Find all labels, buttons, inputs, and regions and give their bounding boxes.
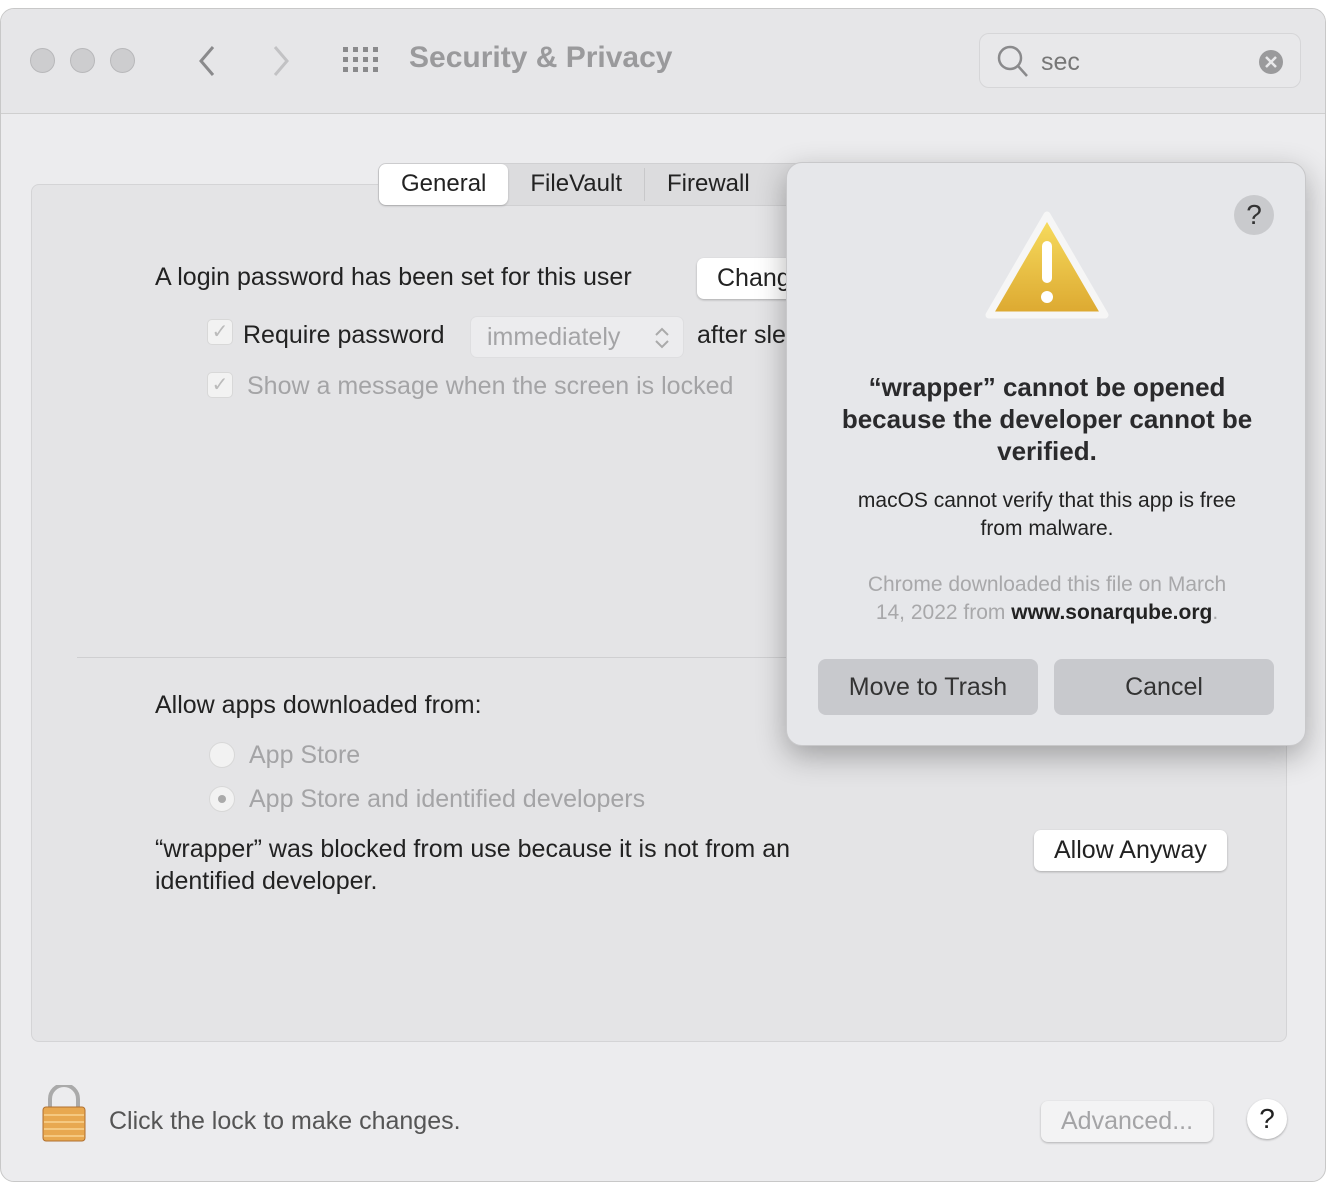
dialog-title: “wrapper” cannot be opened because the d… [787, 371, 1307, 467]
minimize-button[interactable] [70, 48, 95, 73]
dialog-help-button[interactable]: ? [1234, 195, 1274, 235]
dialog-message-line: from malware. [980, 517, 1114, 540]
source-suffix: . [1212, 601, 1219, 624]
lock-text: Click the lock to make changes. [109, 1107, 461, 1135]
clear-search-icon[interactable] [1258, 49, 1284, 75]
show-message-checkbox[interactable]: ✓ [207, 372, 233, 398]
back-icon[interactable] [193, 43, 221, 79]
require-password-checkbox[interactable]: ✓ [207, 319, 233, 345]
search-icon [997, 45, 1028, 77]
radio-app-store-label: App Store [249, 741, 361, 769]
radio-identified-developers[interactable] [209, 786, 235, 812]
allow-anyway-button[interactable]: Allow Anyway [1034, 830, 1227, 871]
source-prefix: 14, 2022 from [875, 601, 1012, 624]
radio-app-store[interactable] [209, 742, 235, 768]
close-button[interactable] [30, 48, 55, 73]
blocked-text-line2: identified developer. [155, 867, 378, 895]
dialog-title-line: verified. [997, 436, 1097, 466]
lock-icon[interactable] [41, 1085, 87, 1143]
dialog-message-line: macOS cannot verify that this app is fre… [857, 489, 1237, 512]
search-input[interactable]: sec [1041, 48, 1080, 77]
source-line: Chrome downloaded this file on March [867, 573, 1227, 596]
dialog-message: macOS cannot verify that this app is fre… [787, 487, 1307, 543]
tab-general[interactable]: General [379, 164, 509, 205]
toolbar: Security & Privacy sec [1, 9, 1325, 114]
advanced-button[interactable]: Advanced... [1041, 1101, 1214, 1142]
show-message-label: Show a message when the screen is locked [247, 372, 734, 400]
blocked-text-line1: “wrapper” was blocked from use because i… [155, 835, 790, 863]
tab-filevault[interactable]: FileVault [508, 168, 645, 201]
require-password-select[interactable]: immediately [470, 316, 684, 358]
alert-dialog: ? “wrapper” cannot be opened because the… [786, 162, 1306, 746]
search-field[interactable]: sec [979, 33, 1301, 88]
show-all-grid-icon[interactable] [343, 47, 381, 77]
login-password-text: A login password has been set for this u… [155, 263, 632, 291]
window-title: Security & Privacy [409, 41, 673, 74]
dialog-title-line: “wrapper” cannot be opened [868, 372, 1226, 402]
move-to-trash-button[interactable]: Move to Trash [818, 659, 1038, 715]
help-button[interactable]: ? [1247, 1099, 1287, 1139]
cancel-button[interactable]: Cancel [1054, 659, 1274, 715]
zoom-button[interactable] [110, 48, 135, 73]
after-sleep-label: after sle [697, 321, 786, 349]
radio-identified-developers-label: App Store and identified developers [249, 785, 646, 813]
dialog-title-line: because the developer cannot be [841, 404, 1253, 434]
allow-apps-label: Allow apps downloaded from: [155, 691, 482, 719]
require-password-label: Require password [243, 321, 445, 349]
warning-triangle-icon [985, 211, 1109, 319]
select-value: immediately [487, 323, 621, 351]
chevron-up-down-icon [655, 327, 669, 349]
tab-firewall[interactable]: Firewall [645, 164, 810, 205]
forward-icon[interactable] [267, 43, 295, 79]
tab-bar: General FileVault Firewall [378, 163, 811, 206]
divider [77, 657, 837, 658]
dialog-source: Chrome downloaded this file on March 14,… [787, 571, 1307, 627]
source-domain: www.sonarqube.org [1011, 601, 1213, 624]
